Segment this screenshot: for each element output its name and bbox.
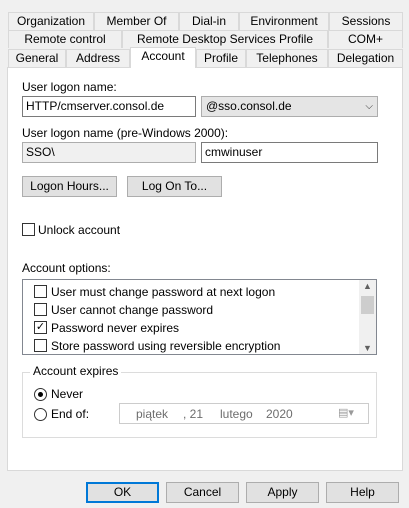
cancel-button[interactable]: Cancel: [166, 482, 239, 503]
tab-com-plus[interactable]: COM+: [328, 30, 403, 48]
scroll-up-icon[interactable]: ▲: [363, 281, 372, 291]
list-item[interactable]: Store password using reversible encrypti…: [23, 337, 359, 354]
tab-organization[interactable]: Organization: [8, 12, 94, 30]
tab-member-of[interactable]: Member Of: [94, 12, 179, 30]
option-checkbox-checked[interactable]: ✓: [34, 321, 47, 334]
tab-sessions[interactable]: Sessions: [329, 12, 403, 30]
option-label: User must change password at next logon: [51, 285, 276, 299]
expires-never-label: Never: [51, 387, 84, 401]
upn-suffix-select[interactable]: @sso.consol.de ⌵: [201, 96, 378, 117]
pre2000-logon-input[interactable]: cmwinuser: [201, 142, 378, 163]
date-weekday: piątek: [136, 407, 169, 421]
account-options-label: Account options:: [22, 261, 111, 275]
date-day: , 21: [183, 407, 204, 421]
logon-hours-button[interactable]: Logon Hours...: [22, 176, 117, 197]
list-item[interactable]: ✓ Password never expires: [23, 319, 359, 337]
option-label: Store password using reversible encrypti…: [51, 339, 281, 353]
pre2000-logon-label: User logon name (pre-Windows 2000):: [22, 126, 229, 140]
apply-button[interactable]: Apply: [246, 482, 319, 503]
tab-address[interactable]: Address: [66, 49, 130, 67]
date-year: 2020: [266, 407, 293, 421]
expiry-date-picker[interactable]: piątek , 21 lutego 2020 ▤▾: [119, 403, 369, 424]
unlock-account-checkbox[interactable]: [22, 223, 35, 236]
ok-button[interactable]: OK: [86, 482, 159, 503]
unlock-account-label: Unlock account: [38, 223, 121, 237]
list-item[interactable]: User must change password at next logon: [23, 283, 359, 301]
chevron-down-icon: ⌵: [365, 101, 373, 112]
option-checkbox[interactable]: [34, 285, 47, 298]
expires-end-of-radio[interactable]: [34, 408, 47, 421]
expires-end-of-label: End of:: [51, 407, 90, 421]
option-label: User cannot change password: [51, 303, 214, 317]
upn-suffix-value: @sso.consol.de: [206, 99, 292, 113]
account-options-list[interactable]: User must change password at next logon …: [22, 279, 377, 355]
log-on-to-button[interactable]: Log On To...: [127, 176, 222, 197]
tab-delegation[interactable]: Delegation: [328, 49, 403, 67]
calendar-dropdown-icon[interactable]: ▤▾: [338, 406, 354, 419]
tab-telephones[interactable]: Telephones: [246, 49, 328, 67]
logon-name-label: User logon name:: [22, 80, 117, 94]
pre2000-domain-field: SSO\: [22, 142, 196, 163]
option-checkbox[interactable]: [34, 339, 47, 352]
date-month: lutego: [220, 407, 253, 421]
scrollbar-thumb[interactable]: [361, 296, 374, 314]
option-label: Password never expires: [51, 321, 180, 335]
options-scrollbar[interactable]: ▲ ▼: [359, 280, 376, 354]
tab-dial-in[interactable]: Dial-in: [179, 12, 239, 30]
expires-never-radio[interactable]: [34, 388, 47, 401]
option-checkbox[interactable]: [34, 303, 47, 316]
account-expires-label: Account expires: [30, 364, 122, 378]
logon-name-input[interactable]: HTTP/cmserver.consol.de: [22, 96, 196, 117]
help-button[interactable]: Help: [326, 482, 399, 503]
tab-general[interactable]: General: [8, 49, 66, 67]
list-item[interactable]: User cannot change password: [23, 301, 359, 319]
tab-environment[interactable]: Environment: [239, 12, 329, 30]
scroll-down-icon[interactable]: ▼: [363, 343, 372, 353]
tab-account[interactable]: Account: [130, 47, 196, 68]
tab-remote-control[interactable]: Remote control: [8, 30, 122, 48]
tab-profile[interactable]: Profile: [196, 49, 246, 67]
tab-remote-desktop-services-profile[interactable]: Remote Desktop Services Profile: [122, 30, 328, 48]
